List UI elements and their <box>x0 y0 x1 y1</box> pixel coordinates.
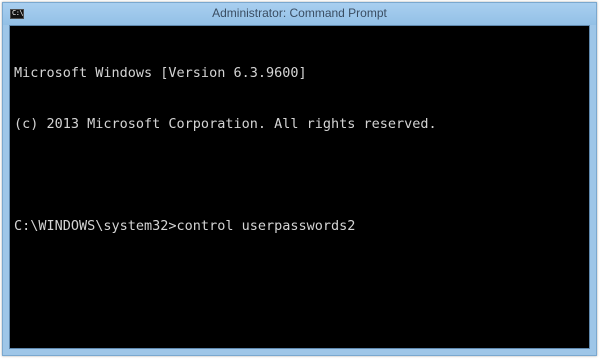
console-line-copyright: (c) 2013 Microsoft Corporation. All righ… <box>14 116 437 132</box>
window-title: Administrator: Command Prompt <box>212 6 387 20</box>
command-prompt-window[interactable]: C:\ Administrator: Command Prompt Micros… <box>2 2 597 356</box>
console-command-line[interactable]: C:\WINDOWS\system32>control userpassword… <box>14 218 585 235</box>
console-output: Microsoft Windows [Version 6.3.9600] (c)… <box>14 31 585 269</box>
title-bar[interactable]: C:\ Administrator: Command Prompt <box>3 3 596 25</box>
console-line-version: Microsoft Windows [Version 6.3.9600] <box>14 65 307 81</box>
console-area[interactable]: Microsoft Windows [Version 6.3.9600] (c)… <box>9 25 590 349</box>
